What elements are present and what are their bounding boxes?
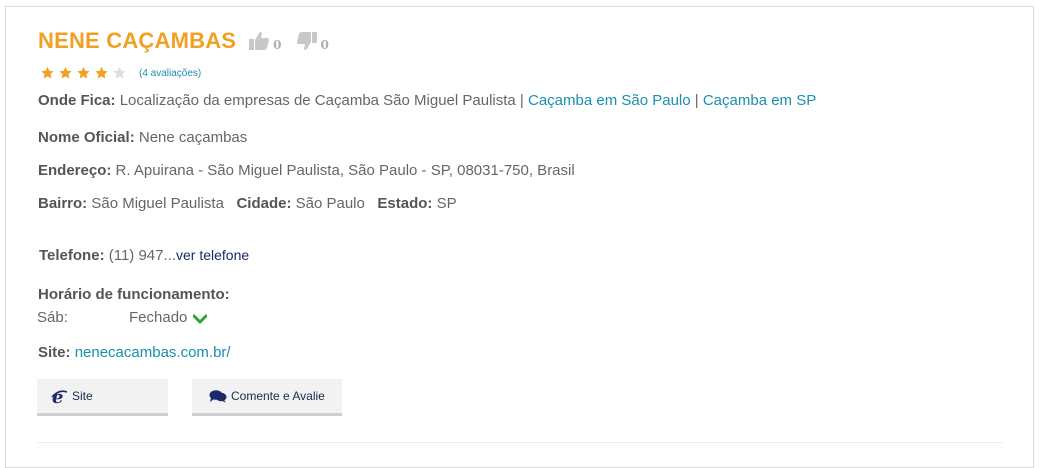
area-row: Bairro: São Miguel Paulista Cidade: São … [38,195,457,212]
site-button-label: Site [72,389,93,403]
rating-stars[interactable]: (4 avaliações) [40,66,201,80]
site-button[interactable]: e Site [37,379,168,416]
title-row: NENE CAÇAMBAS 0 0 [38,28,329,54]
official-name-row: Nome Oficial: Nene caçambas [38,129,247,146]
site-url-link[interactable]: nenecacambas.com.br/ [75,344,231,361]
location-row: Onde Fica: Localização da empresas de Ca… [38,92,816,109]
like-vote[interactable]: 0 [248,30,282,52]
official-name-label: Nome Oficial: [38,129,135,146]
chevron-down-icon[interactable] [193,314,208,324]
address-value: R. Apuirana - São Miguel Paulista, São P… [115,162,575,179]
estado-value: SP [436,195,457,212]
phone-label: Telefone: [39,247,105,264]
dislike-count: 0 [320,38,329,52]
bairro-value: São Miguel Paulista [91,195,224,212]
phone-value: (11) 947... [108,247,176,264]
cidade-value: São Paulo [295,195,365,212]
divider [38,442,1002,443]
hours-day: Sáb: [37,309,68,326]
thumbs-down-icon[interactable] [296,31,318,51]
bairro-label: Bairro: [38,195,88,212]
official-name-value: Nene caçambas [138,129,248,146]
estado-label: Estado: [377,195,433,212]
star-icon[interactable] [112,66,127,80]
reviews-count-link[interactable]: (4 avaliações) [139,68,201,79]
separator: | [694,92,699,109]
address-label: Endereço: [38,162,112,179]
hours-status-text: Fechado [129,309,188,326]
hours-label: Horário de funcionamento: [38,286,230,303]
location-label: Onde Fica: [38,92,116,109]
show-phone-link[interactable]: ver telefone [176,247,249,263]
hours-heading: Horário de funcionamento: [38,286,230,303]
internet-explorer-icon: e [51,388,68,405]
dislike-vote[interactable]: 0 [296,30,329,52]
site-label: Site: [38,344,71,361]
thumbs-up-icon[interactable] [248,31,270,51]
site-row: Site: nenecacambas.com.br/ [38,344,231,361]
star-icon[interactable] [94,66,109,80]
comment-review-button[interactable]: Comente e Avalie [192,379,342,416]
comment-button-label: Comente e Avalie [231,389,325,403]
like-count: 0 [273,38,282,52]
star-icon[interactable] [58,66,73,80]
listing-card: NENE CAÇAMBAS 0 0 (4 avaliações) Onde Fi… [5,6,1034,468]
star-icon[interactable] [76,66,91,80]
link-cacamba-sao-paulo[interactable]: Caçamba em São Paulo [528,92,691,109]
cidade-label: Cidade: [236,195,292,212]
address-row: Endereço: R. Apuirana - São Miguel Pauli… [38,162,575,179]
star-icon[interactable] [40,66,55,80]
comments-icon [209,390,227,403]
phone-row: Telefone: (11) 947...ver telefone [39,247,249,264]
business-title[interactable]: NENE CAÇAMBAS [38,28,236,54]
location-text: Localização da empresas de Caçamba São M… [119,92,516,109]
hours-status[interactable]: Fechado [129,309,208,326]
separator: | [519,92,524,109]
link-cacamba-sp[interactable]: Caçamba em SP [703,92,816,109]
